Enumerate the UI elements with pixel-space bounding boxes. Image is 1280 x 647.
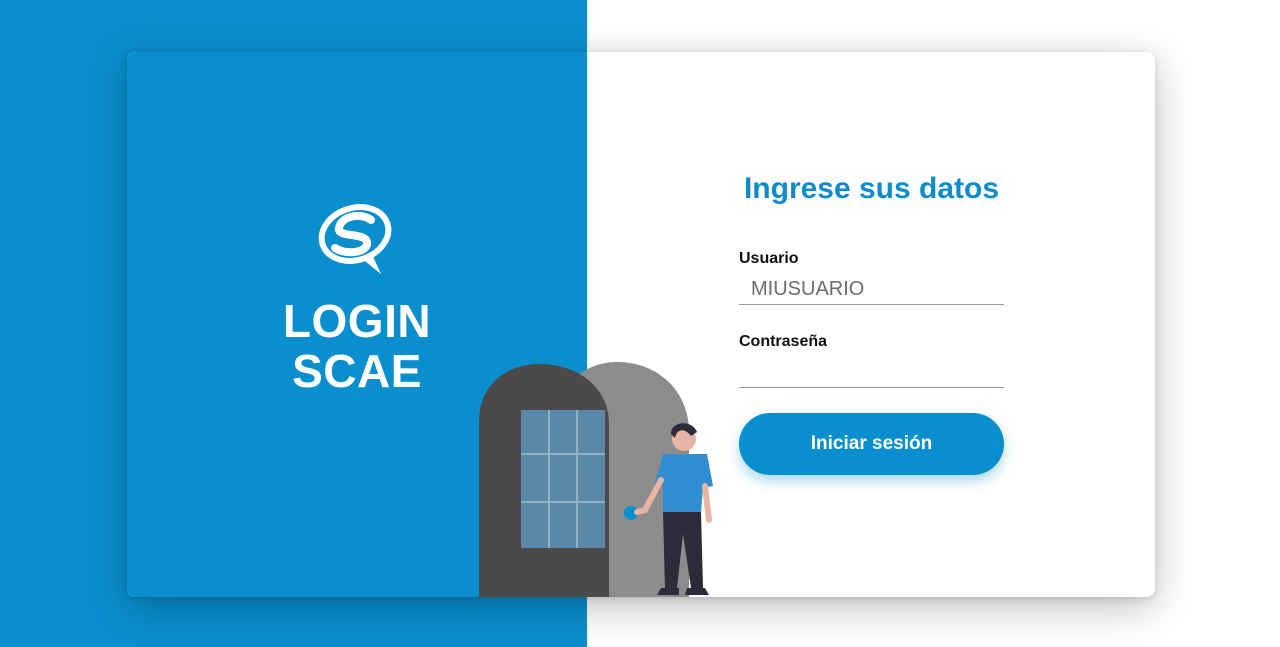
scae-logo-icon xyxy=(318,204,392,274)
password-label: Contraseña xyxy=(739,333,828,350)
login-form: Ingrese sus datos Usuario Contraseña Ini… xyxy=(739,52,1016,597)
password-input[interactable] xyxy=(751,359,1016,385)
person-at-door-illustration xyxy=(479,362,713,597)
door-window xyxy=(521,410,605,548)
login-card: LOGIN SCAE Ingrese sus datos Usuario MIU… xyxy=(127,52,1155,597)
username-input[interactable] xyxy=(751,276,1016,302)
brand-title-line1: LOGIN xyxy=(282,295,432,347)
username-label: Usuario xyxy=(739,250,799,267)
username-field-row xyxy=(739,274,1016,305)
login-submit-button[interactable]: Iniciar sesión xyxy=(739,413,1004,475)
password-field-row xyxy=(739,357,1016,388)
form-title: Ingrese sus datos xyxy=(743,172,1000,205)
